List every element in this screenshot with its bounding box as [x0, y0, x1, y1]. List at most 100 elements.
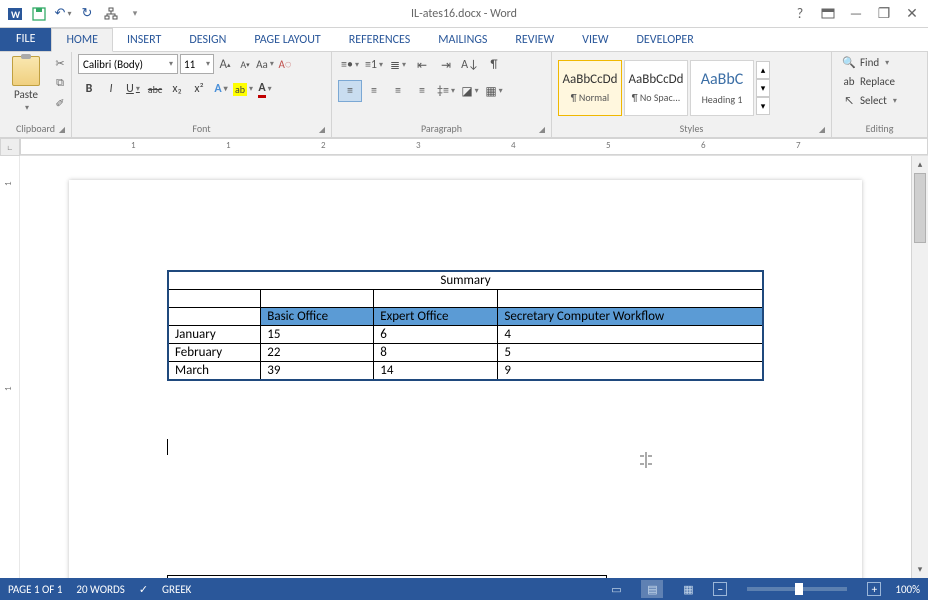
scroll-down-icon[interactable]: ▾ [912, 561, 928, 578]
zoom-level[interactable]: 100% [895, 583, 920, 596]
zoom-out-icon[interactable]: − [713, 582, 727, 596]
italic-button[interactable]: I [100, 78, 122, 100]
grow-font-icon[interactable]: A▴ [216, 55, 234, 73]
dialog-launcher-icon[interactable]: ◢ [59, 125, 65, 135]
save-icon[interactable] [28, 3, 50, 25]
table-cell[interactable]: 14 [374, 362, 498, 381]
zoom-slider[interactable] [747, 587, 847, 591]
table-row[interactable] [168, 290, 763, 308]
minimize-icon[interactable]: — [844, 2, 868, 26]
table-cell[interactable]: 6 [374, 326, 498, 344]
highlight-icon[interactable]: ab▾ [232, 78, 254, 100]
status-proofing-icon[interactable]: ✓ [139, 583, 148, 596]
text-effects-icon[interactable]: A▾ [210, 78, 232, 100]
scroll-up-icon[interactable]: ▴ [912, 156, 928, 173]
read-mode-icon[interactable]: ▭ [605, 580, 627, 598]
align-left-icon[interactable]: ≡ [338, 80, 362, 102]
web-layout-icon[interactable]: ▦ [677, 580, 699, 598]
increase-indent-icon[interactable]: ⇥ [434, 54, 458, 76]
table-cell[interactable]: March [168, 362, 261, 381]
tab-mailings[interactable]: MAILINGS [424, 29, 501, 51]
tab-design[interactable]: DESIGN [175, 29, 240, 51]
scrollbar-track[interactable] [914, 173, 926, 561]
ruler-h-track[interactable]: 1 1 2 3 4 5 6 7 [20, 138, 928, 155]
scrollbar-thumb[interactable] [914, 173, 926, 243]
tab-view[interactable]: VIEW [568, 29, 622, 51]
numbering-icon[interactable]: ≡1▾ [362, 54, 386, 76]
month-table[interactable]: January [167, 575, 607, 578]
table-header-cell[interactable]: Expert Office [374, 308, 498, 326]
align-right-icon[interactable]: ≡ [386, 80, 410, 102]
table-row[interactable]: March 39 14 9 [168, 362, 763, 381]
style-heading1[interactable]: AaBbC Heading 1 [690, 60, 754, 116]
restore-icon[interactable]: ❐ [872, 2, 896, 26]
ruler-vertical[interactable]: 1 1 [0, 156, 20, 578]
justify-icon[interactable]: ≡ [410, 80, 434, 102]
print-layout-icon[interactable]: ▤ [641, 580, 663, 598]
zoom-in-icon[interactable]: + [867, 582, 881, 596]
close-icon[interactable]: ✕ [900, 2, 924, 26]
table-cell[interactable] [498, 290, 763, 308]
styles-scroll-down-icon[interactable]: ▾ [756, 79, 770, 97]
underline-button[interactable]: U▾ [122, 78, 144, 100]
find-button[interactable]: 🔍Find▾ [838, 54, 901, 71]
summary-table[interactable]: Summary Basic Office Expert Office Secre… [167, 270, 764, 381]
orgchart-icon[interactable] [100, 3, 122, 25]
tab-review[interactable]: REVIEW [501, 29, 568, 51]
table-row[interactable]: January 15 6 4 [168, 326, 763, 344]
document-scroll[interactable]: Summary Basic Office Expert Office Secre… [20, 156, 911, 578]
status-words[interactable]: 20 WORDS [76, 583, 124, 596]
font-color-icon[interactable]: A▾ [254, 78, 276, 100]
status-page[interactable]: PAGE 1 OF 1 [8, 583, 62, 596]
tab-insert[interactable]: INSERT [113, 29, 175, 51]
help-icon[interactable]: ? [788, 2, 812, 26]
styles-expand-icon[interactable]: ▾ [756, 97, 770, 115]
replace-button[interactable]: abReplace [838, 73, 901, 90]
change-case-icon[interactable]: Aa▾ [256, 55, 274, 73]
tab-developer[interactable]: DEVELOPER [623, 29, 708, 51]
style-no-spacing[interactable]: AaBbCcDd ¶ No Spac... [624, 60, 688, 116]
month-heading-cell[interactable]: January [168, 576, 607, 579]
dialog-launcher-icon[interactable]: ◢ [819, 125, 825, 135]
multilevel-list-icon[interactable]: ≣▾ [386, 54, 410, 76]
dialog-launcher-icon[interactable]: ◢ [319, 125, 325, 135]
tab-home[interactable]: HOME [51, 28, 113, 52]
ribbon-display-options-icon[interactable] [816, 2, 840, 26]
tab-page-layout[interactable]: PAGE LAYOUT [240, 29, 334, 51]
table-cell[interactable]: 8 [374, 344, 498, 362]
clear-formatting-icon[interactable]: A◌ [276, 55, 294, 73]
table-header-cell[interactable]: Secretary Computer Workflow [498, 308, 763, 326]
table-cell[interactable]: February [168, 344, 261, 362]
styles-scroll-up-icon[interactable]: ▴ [756, 61, 770, 79]
shrink-font-icon[interactable]: A▾ [236, 55, 254, 73]
bullets-icon[interactable]: ≡•▾ [338, 54, 362, 76]
show-marks-icon[interactable]: ¶ [482, 54, 506, 76]
tab-references[interactable]: REFERENCES [335, 29, 425, 51]
vertical-scrollbar[interactable]: ▴ ▾ [911, 156, 928, 578]
table-title-cell[interactable]: Summary [168, 271, 763, 290]
borders-icon[interactable]: ▦▾ [482, 80, 506, 102]
table-cell[interactable]: 15 [261, 326, 374, 344]
table-header-cell[interactable]: Basic Office [261, 308, 374, 326]
select-button[interactable]: ↖Select▾ [838, 92, 901, 109]
format-painter-icon[interactable]: ✐ [50, 94, 70, 112]
table-row[interactable]: Summary [168, 271, 763, 290]
style-normal[interactable]: AaBbCcDd ¶ Normal [558, 60, 622, 116]
table-cell[interactable] [168, 290, 261, 308]
align-center-icon[interactable]: ≡ [362, 80, 386, 102]
table-row[interactable]: January [168, 576, 607, 579]
table-cell[interactable] [261, 290, 374, 308]
customize-qat-icon[interactable]: ▾ [124, 3, 146, 25]
table-cell[interactable]: 22 [261, 344, 374, 362]
table-header-cell[interactable] [168, 308, 261, 326]
bold-button[interactable]: B [78, 78, 100, 100]
table-cell[interactable]: 4 [498, 326, 763, 344]
undo-icon[interactable]: ↶▾ [52, 3, 74, 25]
cut-icon[interactable]: ✂ [50, 54, 70, 72]
status-language[interactable]: GREEK [162, 583, 191, 596]
table-cell[interactable] [374, 290, 498, 308]
redo-icon[interactable]: ↻ [76, 3, 98, 25]
tab-file[interactable]: FILE [0, 27, 51, 51]
dialog-launcher-icon[interactable]: ◢ [539, 125, 545, 135]
table-cell[interactable]: 5 [498, 344, 763, 362]
